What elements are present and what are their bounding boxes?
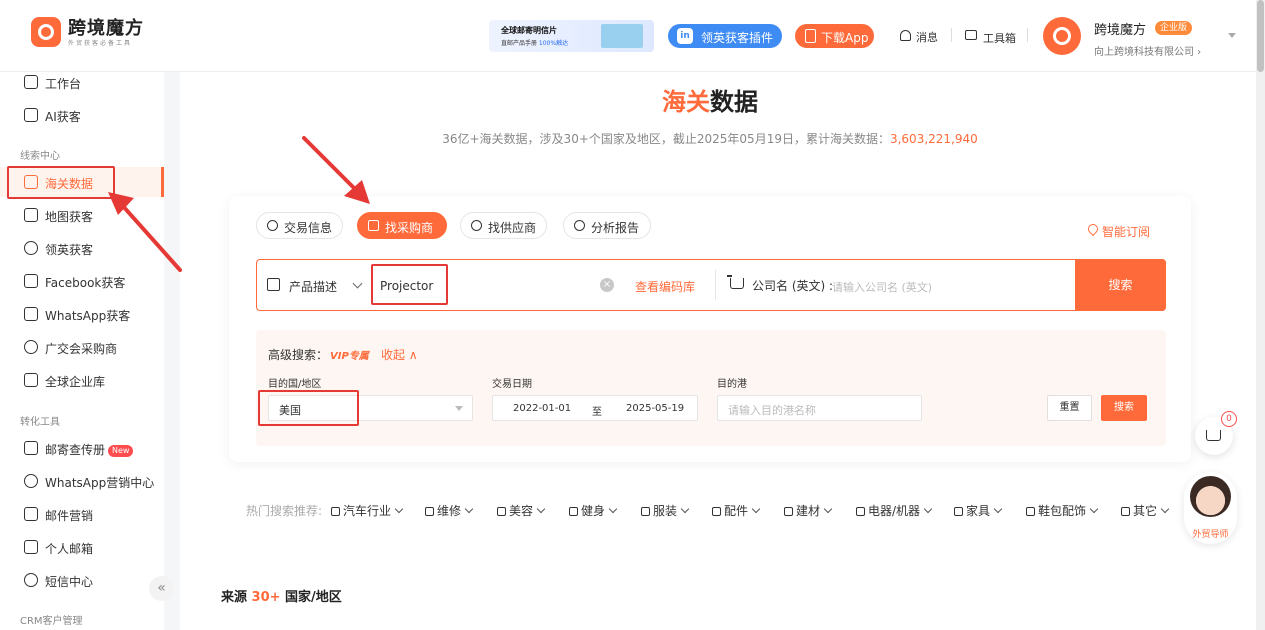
arrow-to-tab	[302, 136, 360, 194]
annotation-arrows	[108, 136, 370, 272]
arrow-to-sidebar	[120, 203, 182, 272]
